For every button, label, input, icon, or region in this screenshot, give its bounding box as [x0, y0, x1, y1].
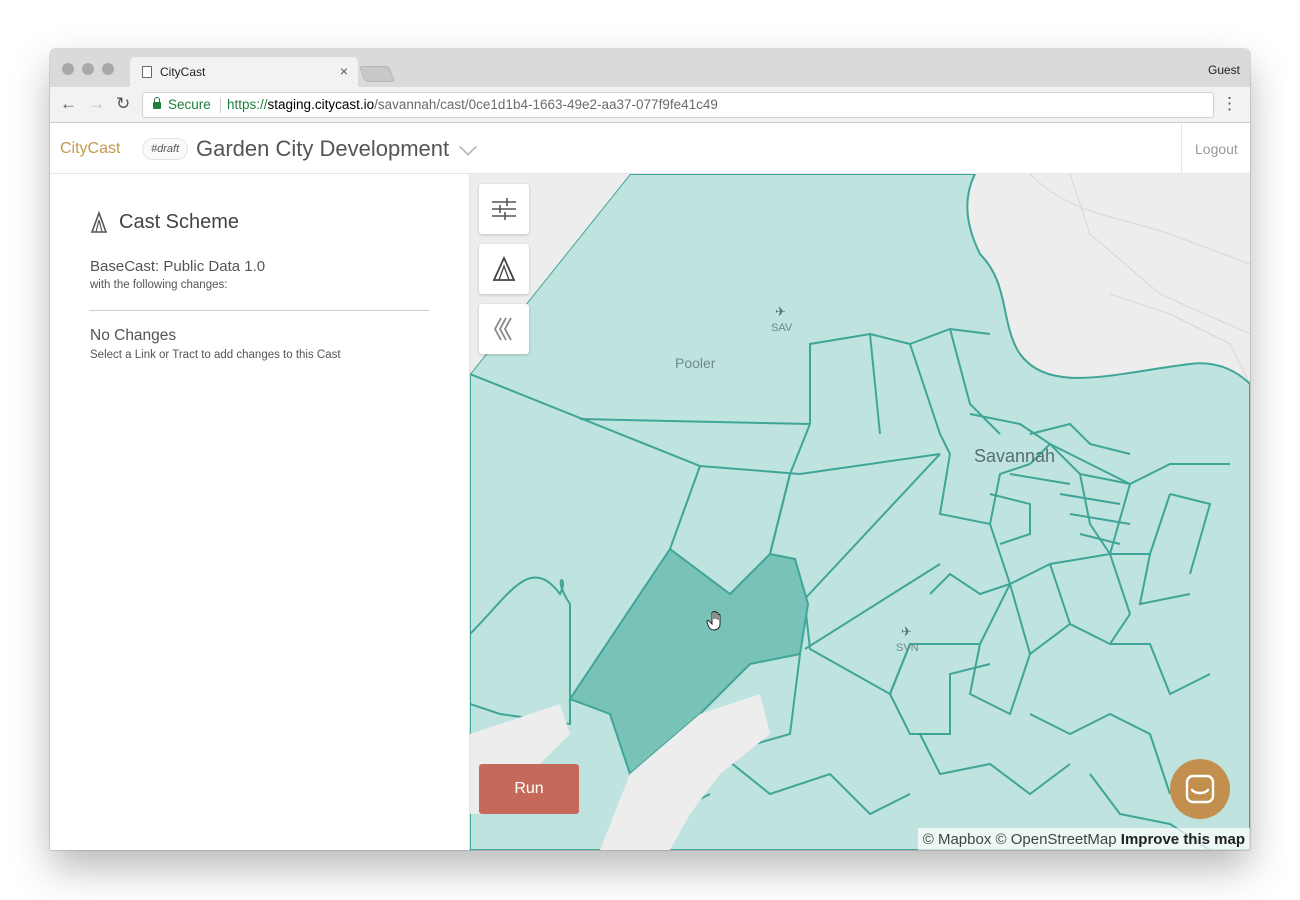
logout-container: Logout	[1181, 124, 1250, 174]
tab-strip: CityCast × Guest	[50, 49, 1250, 87]
project-title[interactable]: Garden City Development	[196, 136, 449, 162]
minimize-window-button[interactable]	[82, 63, 94, 75]
new-tab-button[interactable]	[359, 66, 395, 82]
cast-scheme-icon	[492, 256, 516, 281]
back-icon[interactable]: ←	[60, 94, 77, 114]
improve-map-link[interactable]: Improve this map	[1121, 831, 1245, 848]
sidebar-title: Cast Scheme	[119, 211, 240, 233]
tab-title: CityCast	[160, 65, 206, 79]
hand-cursor-icon	[706, 611, 721, 631]
lock-icon	[153, 97, 161, 109]
logout-button[interactable]: Logout	[1195, 141, 1238, 157]
airport-icon: ✈	[901, 624, 912, 639]
close-window-button[interactable]	[62, 63, 74, 75]
collapse-button[interactable]	[479, 304, 529, 354]
tract-region[interactable]	[470, 174, 1250, 850]
browser-menu-icon[interactable]: ⋮	[1221, 94, 1238, 114]
map-label-svn: SVN	[896, 642, 919, 654]
tab-close-icon[interactable]: ×	[340, 63, 348, 79]
brand-logo[interactable]: CityCast	[60, 140, 120, 158]
no-changes-hint: Select a Link or Tract to add changes to…	[90, 349, 341, 361]
browser-window: CityCast × Guest ← → ↻ Secure https://st…	[50, 49, 1250, 850]
airport-icon: ✈	[775, 304, 786, 319]
osm-credit-link[interactable]: © OpenStreetMap	[996, 831, 1117, 848]
chat-launcher[interactable]	[1170, 759, 1230, 819]
chevron-down-icon[interactable]	[459, 138, 477, 156]
url-scheme: https://	[227, 97, 268, 112]
cast-scheme-icon	[90, 211, 108, 233]
reload-icon[interactable]: ↻	[116, 94, 130, 114]
address-bar[interactable]: Secure https://staging.citycast.io/savan…	[142, 92, 1214, 118]
map-attribution: © Mapbox © OpenStreetMap Improve this ma…	[917, 828, 1250, 850]
map-label-pooler: Pooler	[675, 355, 716, 371]
browser-tab[interactable]: CityCast ×	[130, 57, 358, 87]
url-text: https://staging.citycast.io/savannah/cas…	[227, 93, 718, 117]
mapbox-credit-link[interactable]: © Mapbox	[923, 831, 992, 848]
sidebar-divider	[89, 310, 429, 311]
address-divider	[220, 98, 221, 113]
collapse-icon	[493, 317, 512, 341]
chat-icon	[1185, 774, 1215, 804]
basecast-name: BaseCast: Public Data 1.0	[90, 258, 266, 275]
cast-scheme-button[interactable]	[479, 244, 529, 294]
map-canvas[interactable]: Pooler Savannah ✈ SAV ✈ SVN Run © Mapbox…	[470, 174, 1250, 850]
maximize-window-button[interactable]	[102, 63, 114, 75]
sliders-icon	[492, 198, 516, 220]
secure-label: Secure	[168, 97, 211, 112]
url-host: staging.citycast.io	[267, 97, 375, 112]
no-changes-heading: No Changes	[90, 327, 177, 344]
filters-button[interactable]	[479, 184, 529, 234]
map-label-sav: SAV	[771, 322, 793, 334]
draft-badge: #draft	[142, 138, 189, 160]
browser-toolbar: ← → ↻ Secure https://staging.citycast.io…	[50, 87, 1250, 123]
map-label-savannah: Savannah	[974, 446, 1056, 466]
run-button[interactable]: Run	[479, 764, 579, 814]
app: CityCast #draft Garden City Development …	[50, 124, 1250, 850]
sidebar: Cast Scheme BaseCast: Public Data 1.0 wi…	[50, 174, 470, 850]
page-icon	[142, 66, 152, 78]
tract-map[interactable]	[470, 174, 1250, 850]
forward-icon[interactable]: →	[88, 94, 105, 114]
url-path: /savannah/cast/0ce1d1b4-1663-49e2-aa37-0…	[374, 97, 718, 112]
basecast-subtitle: with the following changes:	[90, 279, 228, 291]
profile-label[interactable]: Guest	[1208, 63, 1240, 77]
app-header: CityCast #draft Garden City Development …	[50, 124, 1250, 174]
